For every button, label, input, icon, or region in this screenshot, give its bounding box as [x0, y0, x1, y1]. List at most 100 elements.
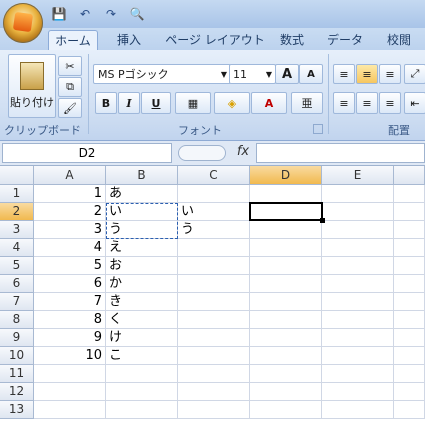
indent-icon[interactable]: ⇤ [404, 92, 425, 114]
cell-a8[interactable]: 8 [34, 311, 106, 329]
column-header-e[interactable]: E [322, 166, 394, 185]
row-header-9[interactable]: 9 [0, 329, 34, 347]
cell-e8[interactable] [322, 311, 394, 329]
cell-f4[interactable] [394, 239, 425, 257]
cell-d13[interactable] [250, 401, 322, 419]
cell-c4[interactable] [178, 239, 250, 257]
cell-a2[interactable]: 2 [34, 203, 106, 221]
align-bottom-icon[interactable]: ≡ [379, 64, 401, 84]
cell-f8[interactable] [394, 311, 425, 329]
cell-c6[interactable] [178, 275, 250, 293]
grow-font-button[interactable]: A [275, 64, 299, 84]
cell-c3[interactable]: う [178, 221, 250, 239]
format-painter-icon[interactable]: 🖌 [58, 98, 82, 118]
underline-button[interactable]: U [141, 92, 171, 114]
paste-button[interactable]: 貼り付け [8, 54, 56, 118]
row-header-6[interactable]: 6 [0, 275, 34, 293]
cell-c5[interactable] [178, 257, 250, 275]
office-button[interactable] [3, 3, 43, 43]
tab-review[interactable]: 校閲 [376, 30, 422, 50]
font-name-select[interactable]: MS Pゴシック ▼ [93, 64, 231, 84]
cell-a12[interactable] [34, 383, 106, 401]
cell-d12[interactable] [250, 383, 322, 401]
cell-e12[interactable] [322, 383, 394, 401]
cell-a6[interactable]: 6 [34, 275, 106, 293]
cell-e3[interactable] [322, 221, 394, 239]
cell-e9[interactable] [322, 329, 394, 347]
name-box[interactable]: D2 [2, 143, 172, 163]
cell-a9[interactable]: 9 [34, 329, 106, 347]
column-header-d[interactable]: D [250, 166, 322, 185]
cell-b4[interactable]: え [106, 239, 178, 257]
phonetic-button[interactable]: 亜 [291, 92, 323, 114]
cell-d7[interactable] [250, 293, 322, 311]
cell-d6[interactable] [250, 275, 322, 293]
borders-button[interactable]: ▦ [175, 92, 211, 114]
bold-button[interactable]: B [95, 92, 117, 114]
cell-e10[interactable] [322, 347, 394, 365]
cell-a13[interactable] [34, 401, 106, 419]
worksheet-grid[interactable]: A B C D E 11あ22いい33うう44え55お66か77き88く99け1… [0, 166, 425, 426]
column-header-f[interactable] [394, 166, 425, 185]
cell-f1[interactable] [394, 185, 425, 203]
cell-f10[interactable] [394, 347, 425, 365]
row-header-11[interactable]: 11 [0, 365, 34, 383]
row-header-4[interactable]: 4 [0, 239, 34, 257]
row-header-5[interactable]: 5 [0, 257, 34, 275]
align-top-icon[interactable]: ≡ [333, 64, 355, 84]
cell-c2[interactable]: い [178, 203, 250, 221]
cell-a10[interactable]: 10 [34, 347, 106, 365]
cell-b10[interactable]: こ [106, 347, 178, 365]
cell-e13[interactable] [322, 401, 394, 419]
row-header-12[interactable]: 12 [0, 383, 34, 401]
row-header-13[interactable]: 13 [0, 401, 34, 419]
align-middle-icon[interactable]: ≡ [356, 64, 378, 84]
align-right-icon[interactable]: ≡ [379, 92, 401, 114]
row-header-3[interactable]: 3 [0, 221, 34, 239]
column-header-a[interactable]: A [34, 166, 106, 185]
cell-d11[interactable] [250, 365, 322, 383]
cell-d10[interactable] [250, 347, 322, 365]
cell-a1[interactable]: 1 [34, 185, 106, 203]
tab-formulas[interactable]: 数式 [272, 30, 312, 50]
cell-f6[interactable] [394, 275, 425, 293]
cell-b7[interactable]: き [106, 293, 178, 311]
copy-icon[interactable]: ⧉ [58, 77, 82, 97]
select-all-corner[interactable] [0, 166, 34, 185]
cell-b5[interactable]: お [106, 257, 178, 275]
orientation-icon[interactable]: ⤢ [404, 64, 425, 84]
formula-input[interactable] [256, 143, 425, 163]
row-header-2[interactable]: 2 [0, 203, 34, 221]
cell-d5[interactable] [250, 257, 322, 275]
cell-e1[interactable] [322, 185, 394, 203]
cell-c11[interactable] [178, 365, 250, 383]
cell-d1[interactable] [250, 185, 322, 203]
cell-f12[interactable] [394, 383, 425, 401]
cell-a11[interactable] [34, 365, 106, 383]
shrink-font-button[interactable]: A [299, 64, 323, 84]
column-header-b[interactable]: B [106, 166, 178, 185]
cell-f5[interactable] [394, 257, 425, 275]
cell-d4[interactable] [250, 239, 322, 257]
fill-handle[interactable] [320, 218, 325, 223]
italic-button[interactable]: I [118, 92, 140, 114]
cell-d3[interactable] [250, 221, 322, 239]
cell-c8[interactable] [178, 311, 250, 329]
fill-color-button[interactable]: ◈ [214, 92, 250, 114]
font-color-button[interactable]: A [251, 92, 287, 114]
cell-e7[interactable] [322, 293, 394, 311]
cell-f13[interactable] [394, 401, 425, 419]
cell-c12[interactable] [178, 383, 250, 401]
row-header-7[interactable]: 7 [0, 293, 34, 311]
print-preview-icon[interactable]: 🔍 [126, 5, 148, 23]
cell-c9[interactable] [178, 329, 250, 347]
cell-a4[interactable]: 4 [34, 239, 106, 257]
formula-bar-expand-control[interactable] [178, 145, 226, 161]
cell-f7[interactable] [394, 293, 425, 311]
cell-a7[interactable]: 7 [34, 293, 106, 311]
cell-b1[interactable]: あ [106, 185, 178, 203]
cut-icon[interactable]: ✂ [58, 56, 82, 76]
cell-c7[interactable] [178, 293, 250, 311]
tab-home[interactable]: ホーム [48, 30, 98, 50]
cell-e5[interactable] [322, 257, 394, 275]
